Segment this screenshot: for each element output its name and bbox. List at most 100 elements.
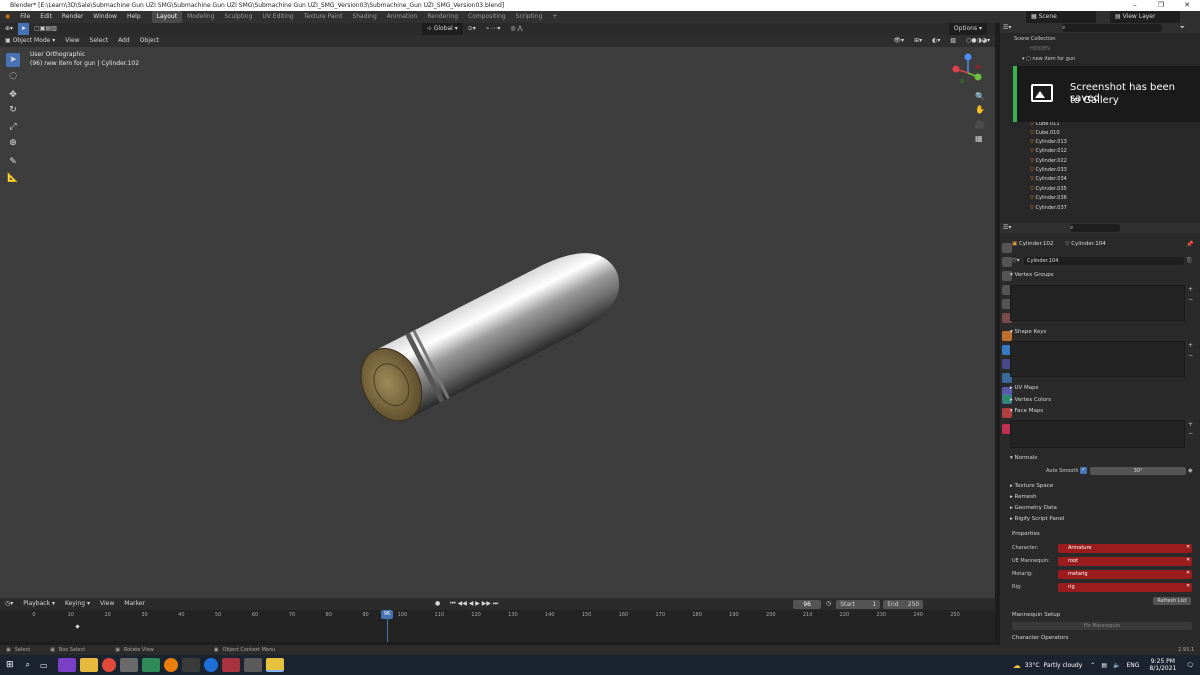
language-indicator[interactable]: ENG — [1126, 662, 1139, 669]
remove-face-map-icon[interactable]: − — [1188, 430, 1193, 437]
menu-window[interactable]: Window — [88, 11, 122, 23]
keyframe-marker[interactable] — [75, 624, 80, 629]
app-icon-10[interactable] — [243, 658, 262, 672]
transform-tool-icon[interactable]: ⊕ — [6, 136, 20, 150]
outliner-search-input[interactable]: ⌕ — [1062, 24, 1162, 32]
network-icon[interactable]: ▤ — [1101, 662, 1107, 669]
add-workspace-icon[interactable]: + — [547, 11, 562, 23]
menu-edit[interactable]: Edit — [35, 11, 57, 23]
annotate-tool-icon[interactable]: ✎ — [6, 155, 20, 169]
normals-header[interactable]: ▾ Normals — [1010, 455, 1037, 461]
clear-rig-icon[interactable]: ✕ — [1186, 583, 1190, 589]
rigify-panel-header[interactable]: ▸ Rigify Script Panel — [1010, 516, 1064, 522]
snap-icon[interactable]: ⌁ ⋯▾ — [481, 23, 506, 35]
move-tool-icon[interactable]: ✥ — [6, 88, 20, 102]
edge-icon[interactable] — [203, 658, 218, 672]
vertex-groups-list[interactable] — [1010, 285, 1185, 321]
outliner-row[interactable]: ▽ Cube.010 — [1000, 129, 1200, 138]
visibility-icon[interactable]: 👁▾ — [888, 35, 909, 47]
record-icon[interactable]: ● — [430, 598, 445, 610]
options-dropdown[interactable]: Options ▾ — [948, 23, 987, 35]
shading-mode-icons[interactable]: ○●◑◕▾ — [961, 35, 995, 47]
remove-vertex-group-icon[interactable]: − — [1188, 296, 1193, 303]
pin-icon[interactable]: 📌 — [1186, 241, 1193, 248]
clear-mannequin-icon[interactable]: ✕ — [1186, 557, 1190, 563]
blender-logo-icon[interactable]: ◉ — [0, 11, 15, 23]
tab-sculpting[interactable]: Sculpting — [219, 11, 257, 23]
metarig-field[interactable]: metarig — [1058, 570, 1192, 579]
outliner-row[interactable]: ▽ Cylinder.035 — [1000, 185, 1200, 194]
menu-render[interactable]: Render — [57, 11, 88, 23]
shape-keys-list[interactable] — [1010, 341, 1185, 377]
camera-view-icon[interactable]: 🎥 — [975, 120, 985, 129]
gizmo-toggle-icon[interactable]: ⊞▾ — [909, 35, 927, 47]
vp-menu-view[interactable]: View — [60, 35, 84, 47]
volume-icon[interactable]: 🔈 — [1113, 662, 1120, 669]
tab-rendering[interactable]: Rendering — [422, 11, 463, 23]
outliner-row[interactable]: ▽ Cylinder.037 — [1000, 204, 1200, 213]
notification-center-icon[interactable]: 🗨 — [1186, 662, 1194, 669]
object-mode-dropdown[interactable]: ▣ Object Mode ▾ — [0, 35, 60, 47]
outliner-row[interactable]: ▽ Cylinder.036 — [1000, 194, 1200, 203]
geometry-data-header[interactable]: ▸ Geometry Data — [1010, 505, 1057, 511]
tab-scripting[interactable]: Scripting — [511, 11, 548, 23]
scale-tool-icon[interactable]: ⤢ — [6, 120, 20, 134]
timeline-area[interactable]: 0 10 20 30 40 50 60 70 80 90 100 110 120 130 140 150 160… — [0, 610, 995, 642]
scene-collection-row[interactable]: Scene Collection — [1000, 36, 1056, 42]
tab-uv-editing[interactable]: UV Editing — [257, 11, 298, 23]
remove-shape-key-icon[interactable]: − — [1188, 352, 1193, 359]
screenshot-notification[interactable]: Screenshot has been saved to Gallery — [1013, 66, 1200, 122]
zoom-icon[interactable]: 🔍 — [975, 92, 985, 101]
tray-arrow-icon[interactable]: ⌃ — [1090, 662, 1095, 669]
menu-help[interactable]: Help — [122, 11, 146, 23]
xray-icon[interactable]: ▧ — [945, 35, 961, 47]
current-frame-field[interactable]: 96 — [793, 599, 821, 609]
app-icon-5[interactable] — [141, 658, 160, 672]
add-vertex-group-icon[interactable]: + — [1188, 286, 1193, 293]
visual-studio-icon[interactable] — [57, 658, 76, 672]
auto-smooth-angle-field[interactable]: 30° — [1090, 467, 1186, 475]
add-face-map-icon[interactable]: + — [1188, 421, 1193, 428]
pivot-icon[interactable]: ⊙▾ — [463, 23, 481, 35]
render-tab-icon[interactable] — [1002, 257, 1012, 267]
timeline-editor-type-icon[interactable]: ◷▾ — [0, 598, 18, 610]
texture-space-header[interactable]: ▸ Texture Space — [1010, 483, 1053, 489]
mesh-datablock-icon[interactable]: ▽▾ — [1012, 257, 1022, 264]
fix-mannequin-button[interactable]: Fix Mannequin — [1012, 622, 1192, 630]
uv-maps-header[interactable]: ▸ UV Maps — [1010, 385, 1039, 391]
face-maps-list[interactable] — [1010, 420, 1185, 448]
select-tool-icon[interactable]: ➤ — [18, 23, 30, 35]
vp-menu-add[interactable]: Add — [113, 35, 135, 47]
task-view-icon[interactable]: ▭ — [40, 661, 48, 670]
menu-file[interactable]: File — [15, 11, 35, 23]
timeline-menu-view[interactable]: View — [95, 598, 119, 610]
select-box-tool-icon[interactable]: ➤ — [6, 53, 20, 67]
timeline-menu-keying[interactable]: Keying ▾ — [60, 598, 95, 610]
windows-start-icon[interactable]: ⊞ — [6, 660, 14, 670]
minimize-icon[interactable]: – — [1122, 0, 1148, 11]
face-maps-header[interactable]: ▾ Face Maps — [1010, 408, 1043, 414]
outliner-row[interactable]: ▽ Cylinder.033 — [1000, 166, 1200, 175]
rotate-tool-icon[interactable]: ↻ — [6, 103, 20, 117]
start-frame-field[interactable]: Start 1 — [836, 599, 881, 609]
tab-compositing[interactable]: Compositing — [463, 11, 511, 23]
properties-search-input[interactable]: ⌕ — [1070, 224, 1120, 232]
editor-type-icon[interactable]: ⊕▾ — [0, 23, 18, 35]
end-frame-field[interactable]: End 250 — [883, 599, 924, 609]
vp-menu-object[interactable]: Object — [135, 35, 165, 47]
playhead-frame-badge[interactable]: 96 — [381, 610, 393, 619]
transform-orientation-dropdown[interactable]: ⊹ Global ▾ — [421, 23, 463, 35]
3d-viewport[interactable]: User Orthographic (96) new item for gun … — [0, 47, 995, 598]
remesh-header[interactable]: ▸ Remesh — [1010, 494, 1037, 500]
search-icon[interactable]: ⌕ — [26, 660, 30, 670]
rig-field[interactable]: rig — [1058, 583, 1192, 592]
preview-range-icon[interactable]: ◷ — [821, 598, 836, 610]
tab-modeling[interactable]: Modeling — [182, 11, 219, 23]
maximize-icon[interactable]: ❐ — [1148, 0, 1174, 11]
outliner-row[interactable]: ▽ Cylinder.013 — [1000, 138, 1200, 147]
vertex-colors-header[interactable]: ▸ Vertex Colors — [1010, 397, 1051, 403]
mesh-name-field[interactable]: Cylinder.104 — [1024, 257, 1184, 265]
app-icon-7[interactable] — [181, 658, 200, 672]
character-field[interactable]: Armature — [1058, 544, 1192, 553]
outliner-row[interactable]: ▽ Cylinder.034 — [1000, 175, 1200, 184]
